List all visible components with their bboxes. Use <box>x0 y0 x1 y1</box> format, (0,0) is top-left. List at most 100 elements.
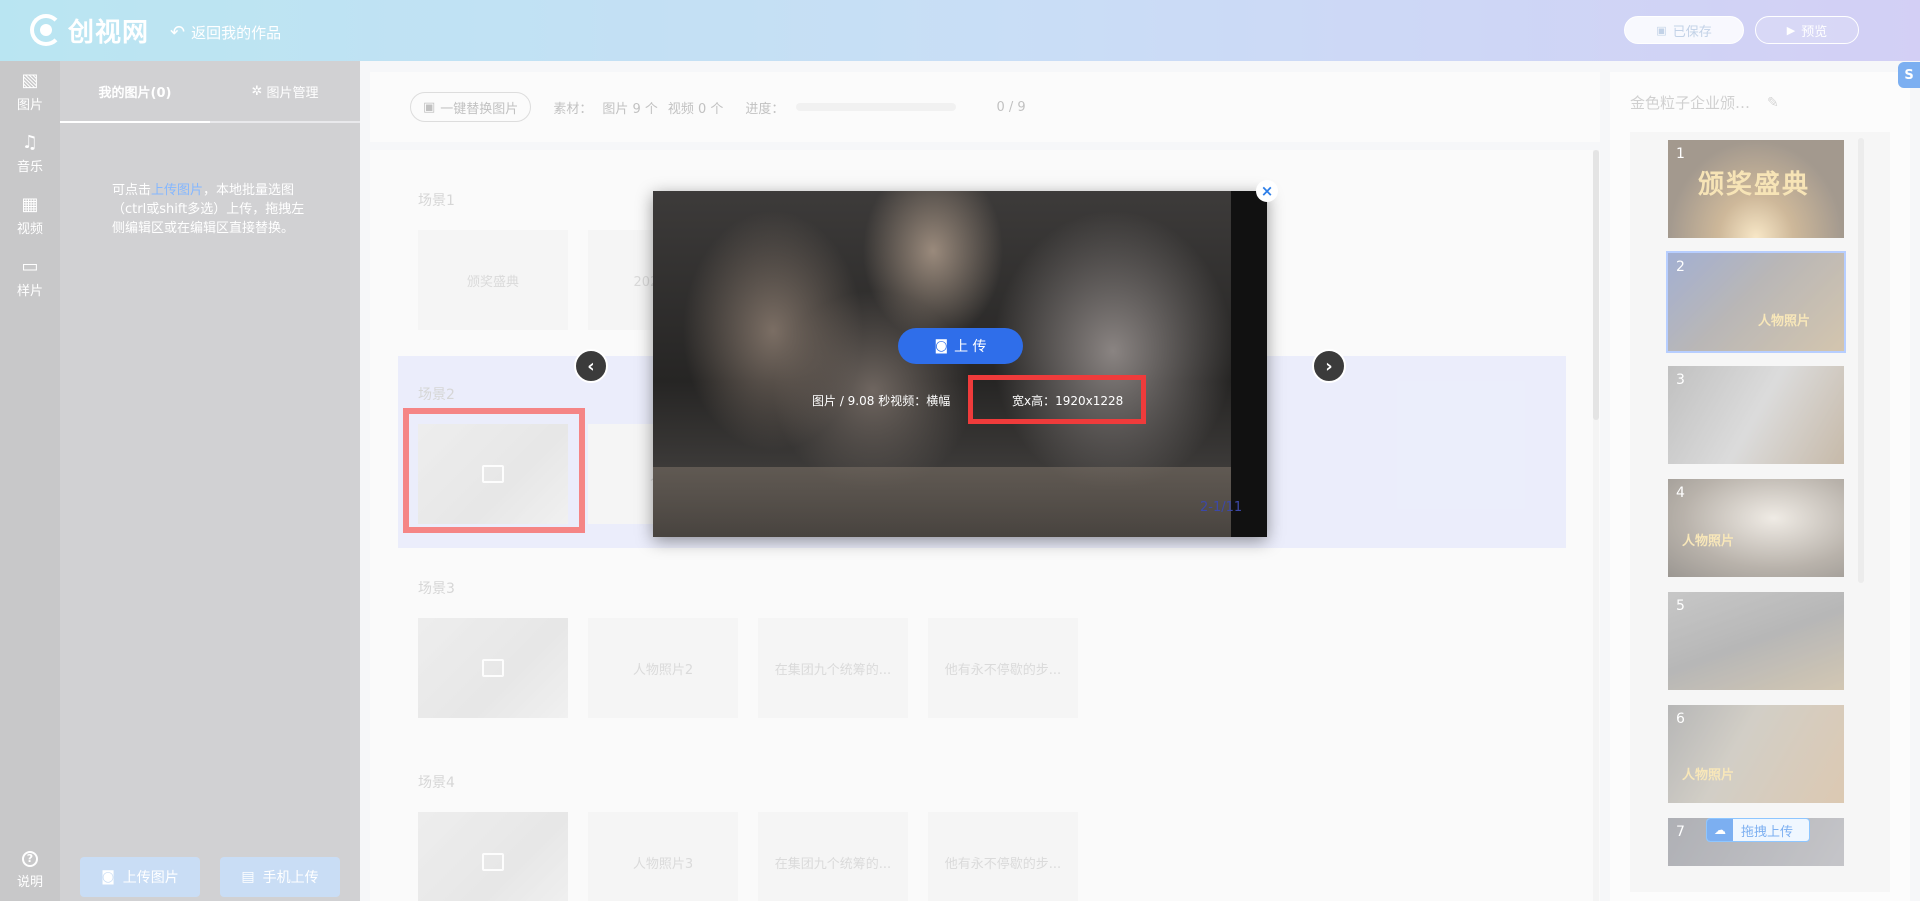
tab-my-images[interactable]: 我的图片(0) <box>60 61 210 123</box>
logo-icon <box>30 14 62 46</box>
rail-item-music[interactable]: ♫ 音乐 <box>0 123 60 185</box>
preview-image-edge <box>1231 191 1267 537</box>
scene3-card-photo[interactable] <box>418 618 568 718</box>
chevron-right-icon: › <box>1325 355 1333 377</box>
question-icon: ? <box>22 850 38 867</box>
rail-item-samples[interactable]: ▭ 样片 <box>0 247 60 309</box>
scene-thumb-1[interactable]: 1 颁奖盛典 <box>1668 140 1844 238</box>
rail-item-video[interactable]: ▦ 视频 <box>0 185 60 247</box>
thumb-number: 2 <box>1676 259 1685 275</box>
save-icon: ▣ <box>1656 23 1667 37</box>
project-title: 金色粒子企业颁奖典礼人物介绍 ✎ <box>1630 92 1890 113</box>
help-button[interactable]: ? 说明 <box>0 845 60 895</box>
image-placeholder-icon <box>482 659 504 677</box>
hint-upload-link[interactable]: 上传图片 <box>151 183 203 198</box>
video-count: 视频 0 个 <box>667 101 724 117</box>
film-icon: ▦ <box>21 193 39 215</box>
back-to-my-works-link[interactable]: ↶ 返回我的作品 <box>170 22 281 43</box>
thumb-caption: 人物照片 <box>1682 534 1735 549</box>
scene4-card-photo[interactable] <box>418 812 568 901</box>
preview-label: 预览 <box>1801 24 1828 40</box>
side-float-icon[interactable]: S <box>1898 62 1920 88</box>
upload-hint: 可点击上传图片，本地批量选图（ctrl或shift多选）上传，拖拽左侧编辑区或在… <box>112 181 312 238</box>
size-highlight-box <box>968 375 1146 424</box>
play-icon: ▶ <box>1786 23 1796 37</box>
top-header: 创视网 ↶ 返回我的作品 ▣ 已保存 ▶ 预览 <box>0 0 1920 61</box>
tab-image-manage-label: 图片管理 <box>266 85 319 101</box>
preview-image <box>653 191 1267 537</box>
left-panel-tabs: 我的图片(0) ✲ 图片管理 <box>60 61 360 123</box>
thumb-number: 3 <box>1676 372 1685 388</box>
scene-thumb-3[interactable]: 3 <box>1668 366 1844 464</box>
music-icon: ♫ <box>21 131 39 153</box>
scene-label: 场景3 <box>418 581 455 597</box>
scene-thumb-5[interactable]: 5 <box>1668 592 1844 690</box>
saved-label: 已保存 <box>1672 24 1712 40</box>
rail-item-label: 图片 <box>16 97 43 113</box>
scene-thumbnail-list: 1 颁奖盛典 2 人物照片 3 4 人物照片 5 6 人物照片 7 <box>1630 132 1890 892</box>
editor-scrollbar-thumb[interactable] <box>1593 150 1599 420</box>
scene4-card-text-2[interactable]: 在集团九个统筹的... <box>758 812 908 901</box>
scene-thumb-6[interactable]: 6 人物照片 <box>1668 705 1844 803</box>
modal-upload-button[interactable]: ◙ 上 传 <box>898 328 1023 364</box>
scene-label: 场景1 <box>418 193 455 209</box>
scene3-card-text-1[interactable]: 人物照片2 <box>588 618 738 718</box>
upload-images-button[interactable]: ◙ 上传图片 <box>80 857 200 897</box>
scene4-card-text-3[interactable]: 他有永不停歇的步... <box>928 812 1078 901</box>
editor-toolbar: ▣ 一键替换图片 素材： 图片 9 个 视频 0 个 进度： 0 / 9 <box>370 72 1600 142</box>
scene3-card-text-3[interactable]: 他有永不停歇的步... <box>928 618 1078 718</box>
left-icon-rail: ▧ 图片 ♫ 音乐 ▦ 视频 ▭ 样片 ? 说明 <box>0 61 60 901</box>
progress-bar <box>796 103 957 111</box>
image-preview-modal <box>653 191 1267 537</box>
next-arrow-button[interactable]: › <box>1312 349 1346 383</box>
previous-arrow-button[interactable]: ‹ <box>574 349 608 383</box>
scene-thumb-2[interactable]: 2 人物照片 <box>1666 251 1846 353</box>
media-type-info: 图片 / 9.08 秒视频：横幅 <box>812 394 951 408</box>
scene4-card-text-1[interactable]: 人物照片3 <box>588 812 738 901</box>
close-icon[interactable]: × <box>1256 180 1278 202</box>
drag-upload-button[interactable]: ☁ 拖拽上传 <box>1706 818 1810 842</box>
saved-button[interactable]: ▣ 已保存 <box>1624 16 1744 44</box>
scene3-card-text-2[interactable]: 在集团九个统筹的... <box>758 618 908 718</box>
camera-icon: ◙ <box>934 338 949 354</box>
rail-item-label: 样片 <box>16 283 43 299</box>
drag-upload-label: 拖拽上传 <box>1741 824 1794 840</box>
back-arrow-icon: ↶ <box>170 21 186 43</box>
image-count: 图片 9 个 <box>602 101 658 117</box>
phone-upload-button[interactable]: ▤ 手机上传 <box>220 857 340 897</box>
thumb-number: 6 <box>1676 711 1685 727</box>
back-label: 返回我的作品 <box>191 24 282 42</box>
thumb-number: 5 <box>1676 598 1685 614</box>
thumb-number: 7 <box>1676 824 1685 840</box>
phone-icon: ▤ <box>241 869 255 885</box>
right-panel: 金色粒子企业颁奖典礼人物介绍 ✎ 1 颁奖盛典 2 人物照片 3 4 人物照片 … <box>1610 72 1910 901</box>
modal-upload-label: 上 传 <box>954 339 987 355</box>
thumb-caption: 人物照片 <box>1758 314 1811 329</box>
thumb-number: 1 <box>1676 146 1685 162</box>
progress-count: 0 / 9 <box>996 99 1026 115</box>
hint-prefix: 可点击 <box>112 183 152 198</box>
replace-label: 一键替换图片 <box>440 101 519 117</box>
scene1-card-title[interactable]: 颁奖盛典 <box>418 230 568 330</box>
thumb-caption: 人物照片 <box>1682 768 1735 783</box>
upload-images-label: 上传图片 <box>122 870 179 886</box>
rail-item-label: 视频 <box>16 221 43 237</box>
modal-page-indicator: 2-1/11 <box>1200 500 1243 515</box>
rail-item-images[interactable]: ▧ 图片 <box>0 61 60 123</box>
pencil-icon[interactable]: ✎ <box>1767 95 1890 111</box>
scene-thumb-4[interactable]: 4 人物照片 <box>1668 479 1844 577</box>
one-click-replace-button[interactable]: ▣ 一键替换图片 <box>410 92 532 122</box>
image-icon: ▧ <box>21 69 39 91</box>
camera-icon: ◙ <box>101 869 115 885</box>
thumb-number: 4 <box>1676 485 1685 501</box>
project-title-text: 金色粒子企业颁奖典礼人物介绍 <box>1630 94 1753 112</box>
preview-button[interactable]: ▶ 预览 <box>1755 16 1859 44</box>
logo[interactable]: 创视网 <box>30 12 149 48</box>
highlight-annotation-box <box>403 408 585 533</box>
left-panel: 我的图片(0) ✲ 图片管理 可点击上传图片，本地批量选图（ctrl或shift… <box>60 61 360 901</box>
tab-image-manage[interactable]: ✲ 图片管理 <box>210 61 360 121</box>
preview-image-table <box>653 467 1267 537</box>
thumbnail-scrollbar[interactable] <box>1858 138 1864 583</box>
thumb-caption: 颁奖盛典 <box>1698 170 1811 200</box>
cloud-icon: ☁ <box>1707 819 1733 841</box>
